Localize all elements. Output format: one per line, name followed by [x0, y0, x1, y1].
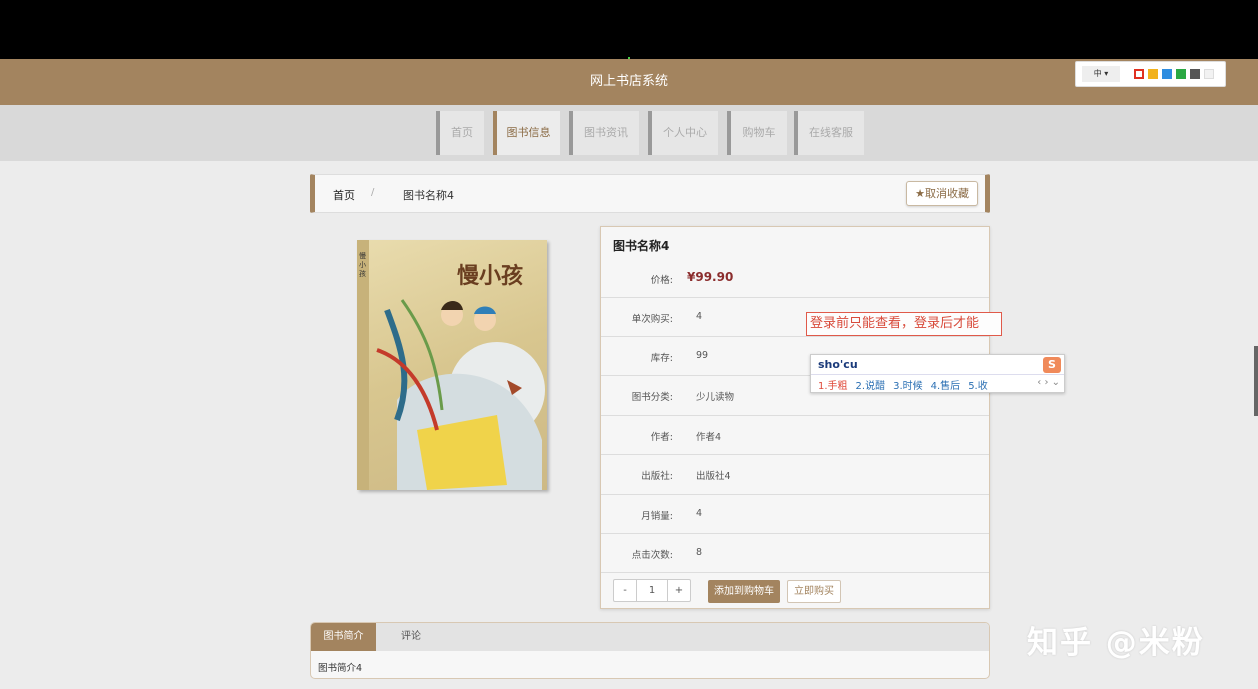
- nav-item-support[interactable]: 在线客服: [794, 111, 864, 155]
- nav-item-profile[interactable]: 个人中心: [648, 111, 718, 155]
- book-cover-image: 慢小孩 慢小孩: [357, 240, 547, 490]
- color-swatch-green[interactable]: [1176, 69, 1186, 79]
- nav-item-home[interactable]: 首页: [436, 111, 484, 155]
- buy-now-button[interactable]: 立即购买: [787, 580, 841, 603]
- field-row-clicks: 点击次数: 8: [601, 533, 989, 572]
- nav-item-book-info[interactable]: 图书信息: [493, 111, 560, 155]
- unfavorite-button[interactable]: ★取消收藏: [906, 181, 978, 206]
- divider: [601, 572, 989, 573]
- detail-tabs: 图书简介 评论 图书简介4: [310, 622, 990, 679]
- color-swatch-red[interactable]: [1134, 69, 1144, 79]
- top-black-bar: [0, 0, 1258, 59]
- nav-item-cart[interactable]: 购物车: [727, 111, 787, 155]
- tab-intro[interactable]: 图书简介: [311, 623, 376, 651]
- ime-candidate-3[interactable]: 3.时候: [893, 381, 923, 392]
- book-info-panel: 图书名称4 价格: ¥99.90 单次购买: 4 库存: 99 图书分类: 少儿…: [600, 226, 990, 609]
- site-header: 网上书店系统: [0, 59, 1258, 105]
- field-row-monthly-sales: 月销量: 4: [601, 494, 989, 533]
- ime-page-nav-icon[interactable]: ‹ › ⌄: [1037, 377, 1060, 388]
- star-icon: ★: [915, 187, 925, 200]
- ime-candidate-window: sho'cu S 1.手粗 2.说醋 3.时候 4.售后 5.收 ‹ › ⌄: [810, 354, 1065, 393]
- breadcrumb-current: 图书名称4: [403, 189, 454, 202]
- color-swatch-white[interactable]: [1204, 69, 1214, 79]
- price-value: ¥99.90: [687, 270, 734, 284]
- book-title: 图书名称4: [613, 239, 670, 253]
- increment-button[interactable]: +: [668, 580, 690, 601]
- ime-candidate-2[interactable]: 2.说醋: [856, 381, 886, 392]
- ime-candidate-5[interactable]: 5.收: [968, 381, 988, 392]
- ime-composition: sho'cu: [818, 358, 858, 371]
- tab-content: 图书简介4: [318, 663, 363, 674]
- ime-candidate-1[interactable]: 1.手粗: [818, 381, 848, 392]
- cover-title: 慢小孩: [457, 263, 524, 289]
- quantity-stepper: - 1 +: [613, 579, 691, 602]
- ime-divider: [811, 374, 1064, 375]
- field-row-author: 作者: 作者4: [601, 415, 989, 454]
- color-swatch-yellow[interactable]: [1148, 69, 1158, 79]
- breadcrumb-separator: /: [371, 187, 375, 198]
- breadcrumb-home-link[interactable]: 首页: [333, 187, 355, 203]
- zhihu-watermark: 知乎 @米粉: [1027, 625, 1205, 661]
- price-label: 价格:: [650, 275, 673, 286]
- login-notice-tooltip: 登录前只能查看，登录后才能: [806, 312, 1002, 336]
- nav-item-book-news[interactable]: 图书资讯: [569, 111, 639, 155]
- ime-toolbar[interactable]: 中 ▾: [1075, 61, 1226, 87]
- color-swatch-gray[interactable]: [1190, 69, 1200, 79]
- breadcrumb: 首页 / 图书名称4 ★取消收藏: [310, 174, 990, 213]
- main-nav: 首页 图书信息 图书资讯 个人中心 购物车 在线客服: [0, 105, 1258, 161]
- tab-comments[interactable]: 评论: [376, 623, 446, 651]
- field-row-publisher: 出版社: 出版社4: [601, 454, 989, 493]
- quantity-input[interactable]: 1: [636, 580, 668, 601]
- ime-candidates: 1.手粗 2.说醋 3.时候 4.售后 5.收: [818, 377, 996, 392]
- color-swatch-blue[interactable]: [1162, 69, 1172, 79]
- ime-candidate-4[interactable]: 4.售后: [931, 381, 961, 392]
- decrement-button[interactable]: -: [614, 580, 636, 601]
- site-title: 网上书店系统: [589, 74, 668, 89]
- sogou-logo-icon: S: [1043, 357, 1061, 373]
- scrollbar-thumb[interactable]: [1254, 346, 1258, 416]
- language-toggle[interactable]: 中 ▾: [1082, 66, 1120, 82]
- add-to-cart-button[interactable]: 添加到购物车: [708, 580, 780, 603]
